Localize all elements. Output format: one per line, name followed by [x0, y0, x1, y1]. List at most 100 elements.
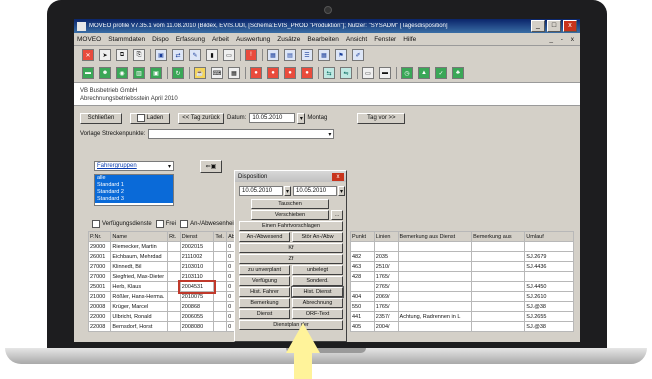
list-item[interactable]: Standard 2: [95, 189, 173, 196]
table-row[interactable]: 428 1765/: [350, 271, 574, 282]
more-options-button[interactable]: ...: [331, 210, 343, 220]
table-row[interactable]: [350, 241, 574, 252]
grid-icon[interactable]: ▦: [228, 67, 240, 79]
run-icon[interactable]: ➤: [99, 49, 111, 61]
load-checkbox[interactable]: [136, 114, 145, 122]
fahrtvorschlag-button[interactable]: Einen Fahrtvorschlagen: [239, 221, 343, 231]
stop-icon[interactable]: !: [245, 49, 257, 61]
menu-zusaetze[interactable]: Zusätze: [277, 36, 300, 43]
menu-stammdaten[interactable]: Stammdaten: [108, 36, 145, 43]
check-icon[interactable]: ✓: [435, 67, 447, 79]
record-1-icon[interactable]: ●: [250, 67, 262, 79]
record-3-icon[interactable]: ●: [284, 67, 296, 79]
menu-moveo[interactable]: MOVEO: [77, 36, 101, 43]
bus-icon[interactable]: ▣: [155, 49, 167, 61]
route-icon[interactable]: ⇄: [172, 49, 184, 61]
group-dropdown[interactable]: Fahrergruppen ▾: [94, 161, 174, 171]
menu-erfassung[interactable]: Erfassung: [176, 36, 205, 43]
transfer-icon[interactable]: ⇋: [340, 67, 352, 79]
hist-fahrer-button[interactable]: Hist. Fahrer: [239, 287, 290, 297]
bemerkung-button[interactable]: Bemerkung: [239, 298, 290, 308]
refresh-icon[interactable]: ↻: [172, 67, 184, 79]
sync-icon[interactable]: ⇆: [323, 67, 335, 79]
column-header[interactable]: Bemerkung aus Dienst: [397, 231, 473, 242]
close-doc-icon[interactable]: ✕: [82, 49, 94, 61]
menu-dispo[interactable]: Dispo: [152, 36, 169, 43]
table-icon[interactable]: ▦: [318, 49, 330, 61]
dialog-close-button[interactable]: x: [332, 172, 344, 181]
table-row[interactable]: 482 2035 SJ.2679: [350, 251, 574, 262]
verfuegung-button[interactable]: Verfügung: [239, 276, 290, 286]
maximize-button[interactable]: □: [547, 20, 561, 32]
record-2-icon[interactable]: ●: [267, 67, 279, 79]
column-header[interactable]: Punkt: [350, 231, 375, 242]
dienst-button[interactable]: Dienst: [239, 309, 290, 319]
column-header[interactable]: Name: [110, 231, 169, 242]
record-4-icon[interactable]: ●: [301, 67, 313, 79]
column-header[interactable]: Bemerkung aus: [471, 231, 526, 242]
menu-hilfe[interactable]: Hilfe: [403, 36, 416, 43]
menu-arbeit[interactable]: Arbeit: [212, 36, 229, 43]
flag-icon[interactable]: ⚑: [335, 49, 347, 61]
table-row[interactable]: 21000 Rößler, Hans-Herma. 2010075 0: [87, 291, 238, 302]
copy-icon[interactable]: ⧉: [116, 49, 128, 61]
hist-dienst-button[interactable]: Hist. Dienst: [291, 286, 344, 298]
abrechnung-button[interactable]: Abrechnung: [292, 298, 343, 308]
table-row[interactable]: 441 2357/Achtung, Radrennen in L SJ.2655: [350, 311, 574, 322]
date-to-picker[interactable]: ▾: [338, 186, 345, 196]
table-row[interactable]: 405 2004/SJ.@38: [350, 321, 574, 332]
mdi-controls[interactable]: _ ‑ x: [549, 36, 577, 43]
paste-icon[interactable]: ⎘: [133, 49, 145, 61]
template-dropdown[interactable]: ▾: [148, 129, 335, 139]
table-row[interactable]: 22008 Bernsdorf, Horst 2008080 0: [87, 321, 238, 332]
table-row[interactable]: 404 2069/SJ.2610: [350, 291, 574, 302]
car-icon[interactable]: ▭: [362, 67, 374, 79]
map-icon[interactable]: ◉: [116, 67, 128, 79]
stoer-button[interactable]: Stör An-/Abw: [292, 232, 343, 242]
date-from-field[interactable]: 10.05.2010: [239, 186, 283, 196]
table-row[interactable]: 22000 Ulbricht, Ronald 2006055 0: [87, 311, 238, 322]
unbelegt-button[interactable]: unbelegt: [292, 265, 343, 275]
zf-button[interactable]: Zf: [239, 254, 343, 264]
table-row[interactable]: 550 1765/SJ.@38: [350, 301, 574, 312]
sonderdienst-button[interactable]: Sonderd.: [292, 276, 343, 286]
cup-icon[interactable]: ☕: [194, 67, 206, 79]
menu-fenster[interactable]: Fenster: [374, 36, 396, 43]
list-item[interactable]: Standard 3: [95, 196, 173, 203]
truck-icon[interactable]: ▬: [379, 67, 391, 79]
table-row[interactable]: 27000 Klinnedt, Bil 2103010 0: [87, 261, 238, 272]
assign-bus-button[interactable]: ⇐▣: [200, 160, 222, 173]
column-header[interactable]: Umlauf: [524, 231, 574, 242]
next-day-button[interactable]: Tag vor >>: [357, 112, 406, 124]
column-header[interactable]: Tel.: [213, 231, 228, 242]
date-to-field[interactable]: 10.05.2010: [293, 186, 337, 196]
minimize-button[interactable]: _: [531, 20, 545, 32]
table-row[interactable]: 2765/SJ.4450: [350, 281, 574, 292]
table-row-selected[interactable]: 25001 Herb, Klaus 2004531 0: [87, 279, 238, 294]
close-view-button[interactable]: Schließen: [80, 112, 122, 124]
group-listbox[interactable]: alle Standard 1 Standard 2 Standard 3: [94, 174, 174, 206]
abwesend-checkbox[interactable]: [180, 220, 189, 228]
verfuegung-checkbox[interactable]: [92, 220, 100, 228]
table-row[interactable]: 26001 Eichbaum, Mehrdad 2111002 0: [87, 251, 238, 262]
column-header[interactable]: Dienst: [179, 231, 215, 242]
menu-auswertung[interactable]: Auswertung: [236, 36, 270, 43]
tree-icon[interactable]: ♣: [452, 67, 464, 79]
table-row[interactable]: 29000 Riemecker, Martin 2002015 0: [87, 241, 238, 252]
card-icon[interactable]: ▭: [223, 49, 235, 61]
column-header[interactable]: Linien: [373, 231, 399, 242]
pen-icon[interactable]: ✐: [352, 49, 364, 61]
report-icon[interactable]: ▤: [284, 49, 296, 61]
frei-checkbox[interactable]: [155, 220, 164, 228]
chart-icon[interactable]: ▲: [418, 67, 430, 79]
anabwesend-button[interactable]: An-/Abwesend: [239, 232, 290, 242]
keyboard-icon[interactable]: ⌨: [211, 67, 223, 79]
date-from-picker[interactable]: ▾: [284, 186, 291, 196]
prev-day-button[interactable]: << Tag zurück: [178, 112, 224, 124]
edit-icon[interactable]: ✎: [189, 49, 201, 61]
load-button[interactable]: Laden: [130, 112, 170, 124]
tauschen-button[interactable]: Tauschen: [251, 199, 329, 209]
table-row[interactable]: 20008 Krüger, Marcel 200868 0: [87, 301, 238, 312]
menu-bearbeiten[interactable]: Bearbeiten: [307, 36, 338, 43]
kf-button[interactable]: Kf: [239, 243, 343, 253]
